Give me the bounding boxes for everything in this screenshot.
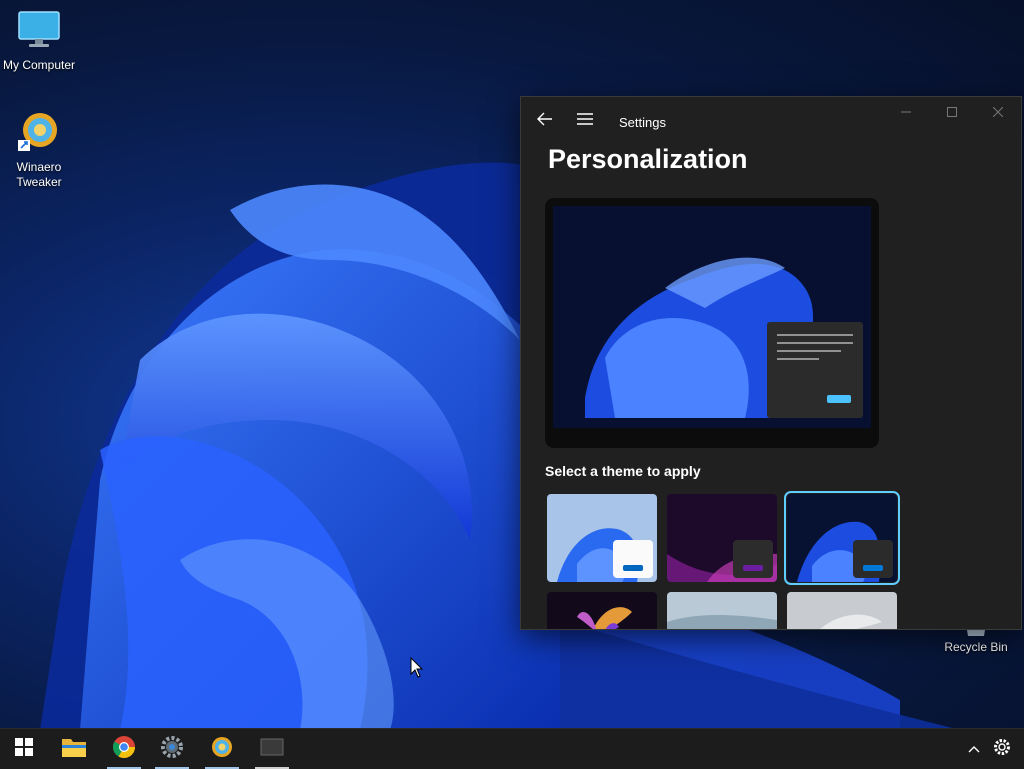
settings-gear-icon — [160, 735, 184, 764]
theme-tile-captured-motion[interactable] — [547, 592, 657, 629]
preview-wallpaper — [553, 206, 871, 428]
taskbar-window-thumbnail[interactable] — [252, 729, 292, 769]
maximize-icon — [947, 104, 957, 122]
theme-tile-light-bloom[interactable] — [547, 494, 657, 582]
theme-tile-flow[interactable] — [787, 592, 897, 629]
theme-tile-glow[interactable] — [667, 494, 777, 582]
chevron-up-icon — [968, 740, 980, 758]
winaero-icon — [0, 110, 79, 156]
close-icon — [992, 104, 1004, 122]
desktop-icon-my-computer[interactable]: My Computer — [0, 10, 79, 73]
title-bar: Settings — [521, 97, 1021, 143]
back-button[interactable] — [531, 107, 559, 135]
taskbar-settings[interactable] — [152, 729, 192, 769]
chrome-icon — [112, 735, 136, 764]
page-title: Personalization — [548, 144, 748, 174]
file-explorer-icon — [61, 736, 87, 763]
navigation-menu-button[interactable] — [571, 107, 599, 135]
taskbar-winaero-tweaker[interactable] — [202, 729, 242, 769]
minimize-button[interactable] — [883, 97, 929, 129]
winaero-tweaker-icon — [210, 735, 234, 764]
start-button[interactable] — [4, 729, 44, 769]
window-thumbnail-icon — [260, 738, 284, 761]
mouse-cursor-icon — [410, 656, 424, 684]
tray-settings-button[interactable] — [982, 729, 1022, 769]
start-icon — [15, 737, 33, 761]
maximize-button[interactable] — [929, 97, 975, 129]
theme-preview — [545, 198, 879, 448]
taskbar-file-explorer[interactable] — [54, 729, 94, 769]
computer-icon — [0, 10, 79, 54]
taskbar — [0, 728, 1024, 769]
theme-tile-sunrise[interactable] — [667, 592, 777, 629]
back-arrow-icon — [537, 112, 553, 131]
hamburger-menu-icon — [577, 112, 593, 130]
desktop-icon-label: Winaero Tweaker — [16, 160, 62, 189]
desktop-icon-label: Recycle Bin — [944, 640, 1008, 654]
theme-tile-dark-bloom[interactable] — [784, 491, 900, 585]
app-title: Settings — [619, 115, 666, 130]
gear-icon — [993, 738, 1011, 761]
desktop-icon-winaero-tweaker[interactable]: Winaero Tweaker — [0, 110, 79, 190]
taskbar-chrome[interactable] — [104, 729, 144, 769]
settings-window: Settings Personalization Select a theme … — [520, 96, 1022, 630]
desktop-icon-label: My Computer — [2, 58, 76, 72]
close-button[interactable] — [975, 97, 1021, 129]
minimize-icon — [901, 104, 911, 122]
theme-section-label: Select a theme to apply — [545, 463, 701, 479]
